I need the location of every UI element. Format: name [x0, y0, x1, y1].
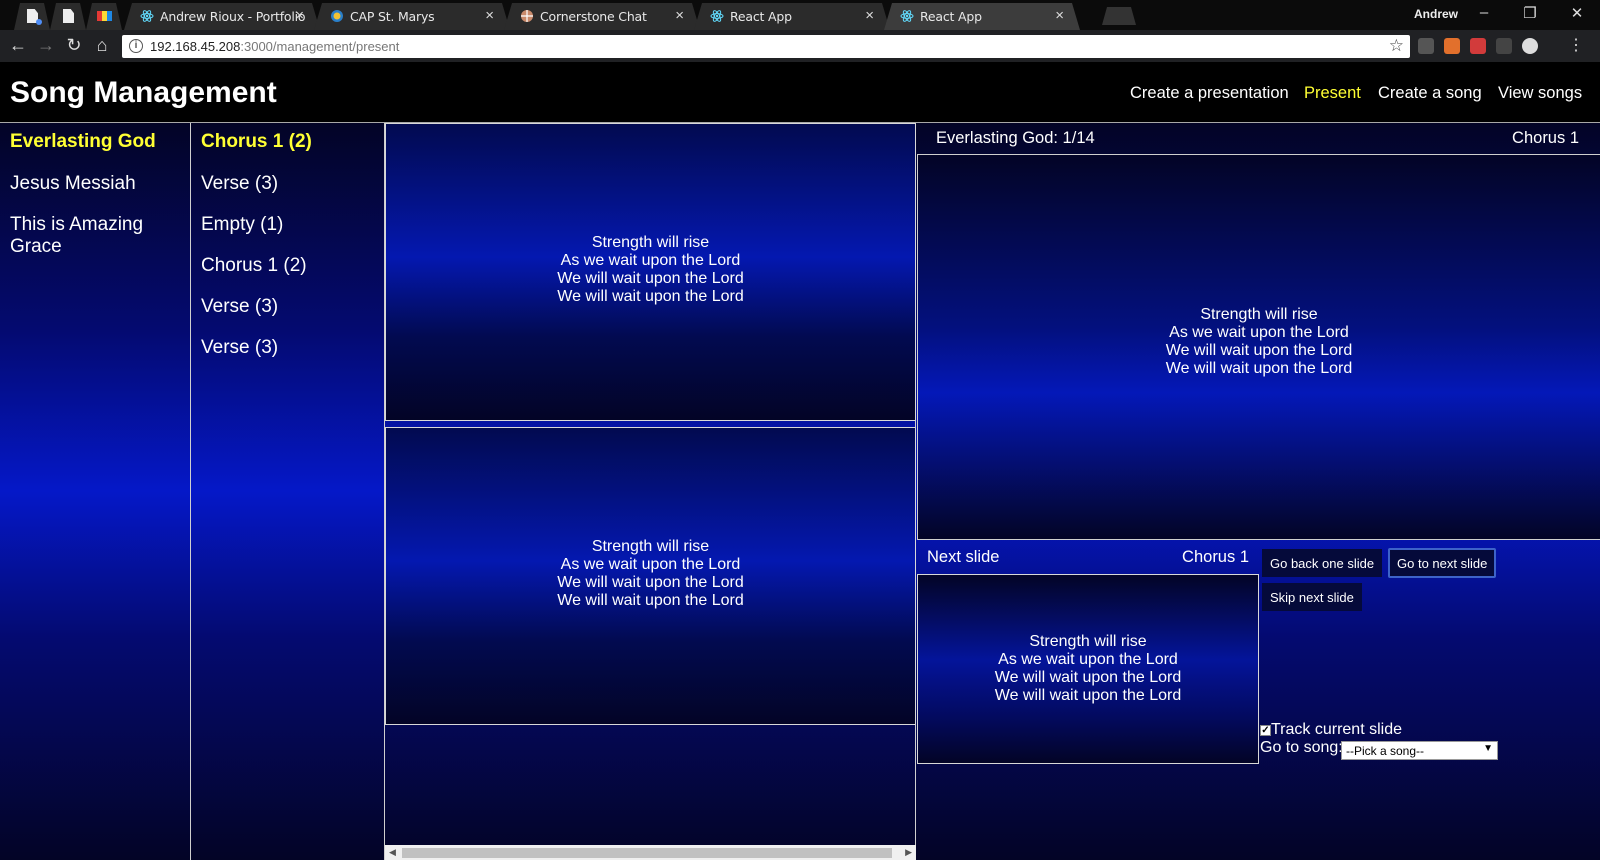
section-list: Chorus 1 (2) Verse (3) Empty (1) Chorus …: [191, 123, 383, 860]
tab-title: Andrew Rioux - Portfolio: [160, 9, 306, 24]
back-arrow-icon[interactable]: ←: [8, 35, 28, 56]
pinned-tab-2[interactable]: [50, 3, 86, 30]
presenter-main: Everlasting God Jesus Messiah This is Am…: [0, 122, 1600, 860]
fox-extension-icon[interactable]: [1444, 38, 1460, 54]
next-slide-lyrics: Strength will rise As we wait upon the Lo…: [994, 633, 1182, 704]
tab-react-app-1[interactable]: React App ×: [694, 3, 890, 30]
page-title: Song Management: [10, 76, 277, 109]
globe-icon: [331, 10, 343, 22]
section-item[interactable]: Verse (3): [201, 337, 278, 359]
address-bar[interactable]: i 192.168.45.208:3000/management/present…: [122, 35, 1410, 58]
current-song-position: Everlasting God: 1/14: [936, 129, 1095, 147]
app-logo-icon: [97, 11, 112, 21]
url-text: 192.168.45.208:3000/management/present: [150, 39, 400, 54]
browser-tab-bar: Andrew Rioux - Portfolio × CAP St. Marys…: [0, 0, 1600, 30]
next-slide-label: Next slide: [927, 548, 1000, 566]
notification-dot-icon: [36, 19, 42, 25]
slide-thumbnail[interactable]: Strength will rise As we wait upon the Lo…: [385, 427, 916, 725]
browser-toolbar: ← → ↻ ⌂ i 192.168.45.208:3000/management…: [0, 30, 1600, 62]
skip-next-button[interactable]: Skip next slide: [1262, 583, 1362, 611]
slide-lyrics: Strength will rise As we wait upon the Lo…: [557, 234, 744, 305]
close-window-icon[interactable]: ✕: [1567, 4, 1587, 22]
track-checkbox[interactable]: ✓: [1260, 725, 1271, 736]
tab-title: Cornerstone Chat: [540, 9, 647, 24]
minimize-icon[interactable]: –: [1474, 4, 1494, 21]
song-item-everlasting-god[interactable]: Everlasting God: [10, 131, 185, 153]
slide-thumbnail[interactable]: Strength will rise As we wait upon the Lo…: [385, 123, 916, 421]
react-icon: [710, 10, 724, 22]
current-slide-header: Everlasting God: 1/14 Chorus 1: [917, 123, 1600, 155]
nav-present[interactable]: Present: [1304, 84, 1361, 103]
song-item-amazing-grace[interactable]: This is Amazing Grace: [10, 214, 185, 258]
section-item[interactable]: Chorus 1 (2): [201, 131, 312, 153]
nav-create-song[interactable]: Create a song: [1378, 84, 1482, 103]
slide-strip: Strength will rise As we wait upon the Lo…: [384, 123, 916, 860]
chat-logo-icon: [521, 10, 533, 22]
live-panel: Everlasting God: 1/14 Chorus 1 Strength …: [917, 123, 1600, 860]
home-icon[interactable]: ⌂: [92, 35, 112, 56]
tab-cornerstone-chat[interactable]: Cornerstone Chat ×: [504, 3, 700, 30]
current-section-name: Chorus 1: [1512, 129, 1579, 147]
page-icon: [63, 9, 74, 23]
track-label: Track current slide: [1271, 721, 1402, 738]
react-icon: [140, 10, 154, 22]
scrollbar-thumb[interactable]: [402, 848, 892, 858]
app-header: Song Management Create a presentation Pr…: [0, 62, 1600, 122]
forward-arrow-icon[interactable]: →: [36, 35, 56, 56]
tab-title: React App: [730, 9, 792, 24]
restore-icon[interactable]: ❐: [1520, 4, 1540, 22]
next-section-name: Chorus 1: [1182, 548, 1249, 566]
song-item-jesus-messiah[interactable]: Jesus Messiah: [10, 173, 185, 195]
react-icon: [900, 10, 914, 22]
section-item[interactable]: Chorus 1 (2): [201, 255, 307, 277]
nav-create-presentation[interactable]: Create a presentation: [1130, 84, 1289, 103]
star-extension-icon[interactable]: [1522, 38, 1538, 54]
track-current-slide: ✓Track current slide: [1260, 721, 1402, 739]
bookmark-star-icon[interactable]: ☆: [1389, 36, 1404, 56]
scroll-right-icon[interactable]: ▶: [905, 847, 912, 858]
go-to-song-label: Go to song:: [1260, 739, 1343, 756]
close-tab-icon[interactable]: ×: [865, 7, 874, 24]
song-list: Everlasting God Jesus Messiah This is Am…: [0, 123, 191, 860]
current-slide-lyrics: Strength will rise As we wait upon the Lo…: [1165, 306, 1353, 377]
go-next-button[interactable]: Go to next slide: [1388, 548, 1497, 578]
profile-name[interactable]: Andrew: [1414, 7, 1458, 21]
red-extension-icon[interactable]: [1470, 38, 1486, 54]
tab-react-app-2[interactable]: React App ×: [884, 3, 1080, 30]
slide-lyrics: Strength will rise As we wait upon the Lo…: [557, 538, 744, 609]
scroll-left-icon[interactable]: ◀: [389, 847, 396, 858]
next-slide-header: Next slide Chorus 1: [917, 540, 1259, 574]
horizontal-scrollbar[interactable]: ◀ ▶: [385, 845, 916, 860]
close-tab-icon[interactable]: ×: [675, 7, 684, 24]
pinned-tab-1[interactable]: [14, 3, 50, 30]
pinned-tab-3[interactable]: [86, 3, 122, 30]
tab-portfolio[interactable]: Andrew Rioux - Portfolio ×: [124, 3, 320, 30]
tab-cap-st-marys[interactable]: CAP St. Marys ×: [314, 3, 510, 30]
section-item[interactable]: Empty (1): [201, 214, 283, 236]
nav-view-songs[interactable]: View songs: [1498, 84, 1582, 103]
chevron-down-icon: ▼: [1483, 743, 1493, 754]
go-to-song-select[interactable]: --Pick a song-- ▼: [1341, 741, 1498, 760]
new-tab-button[interactable]: [1102, 7, 1136, 25]
go-back-button[interactable]: Go back one slide: [1262, 549, 1383, 577]
current-slide-preview: Strength will rise As we wait upon the Lo…: [917, 155, 1600, 540]
section-item[interactable]: Verse (3): [201, 296, 278, 318]
next-slide-preview: Strength will rise As we wait upon the Lo…: [917, 574, 1259, 764]
reload-icon[interactable]: ↻: [64, 35, 84, 56]
close-tab-icon[interactable]: ×: [1055, 7, 1064, 24]
tab-title: React App: [920, 9, 982, 24]
info-icon[interactable]: i: [129, 39, 143, 53]
mail-extension-icon[interactable]: [1418, 38, 1434, 54]
grey-extension-icon[interactable]: [1496, 38, 1512, 54]
section-item[interactable]: Verse (3): [201, 173, 278, 195]
close-tab-icon[interactable]: ×: [485, 7, 494, 24]
go-to-song-row: Go to song: --Pick a song-- ▼: [1260, 739, 1498, 760]
tab-title: CAP St. Marys: [350, 9, 435, 24]
close-tab-icon[interactable]: ×: [295, 7, 304, 24]
menu-kebab-icon[interactable]: ⋮: [1566, 35, 1586, 55]
